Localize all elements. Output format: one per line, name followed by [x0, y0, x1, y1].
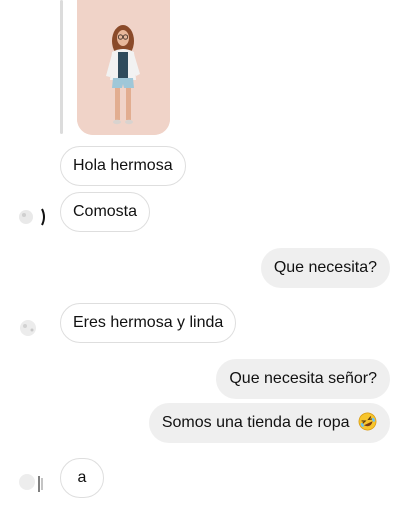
sender-avatar-icon[interactable]	[16, 470, 46, 494]
incoming-message-bubble[interactable]: a	[60, 458, 104, 498]
incoming-message-bubble[interactable]: Hola hermosa	[60, 146, 186, 186]
message-text: Somos una tienda de ropa	[161, 414, 350, 431]
photo-of-woman-icon	[77, 0, 170, 135]
message-text: Hola hermosa	[73, 157, 173, 174]
message-text: Que necesita señor?	[229, 370, 377, 387]
incoming-message-bubble[interactable]: Eres hermosa y linda	[60, 303, 237, 343]
message-text: Eres hermosa y linda	[73, 314, 224, 331]
incoming-message-bubble[interactable]: Comosta	[60, 192, 151, 232]
sender-avatar-icon[interactable]	[16, 316, 46, 340]
outgoing-message-bubble[interactable]: Somos una tienda de ropa	[148, 403, 390, 443]
message-text: a	[77, 469, 87, 486]
chat-thread: Hola hermosa Comosta Que necesita? Eres …	[0, 0, 400, 506]
outgoing-message-bubble[interactable]: Que necesita señor?	[216, 359, 390, 399]
message-text: Comosta	[73, 203, 138, 220]
message-text: Que necesita?	[273, 259, 377, 276]
rolling-on-floor-laughing-emoji-icon	[358, 412, 377, 431]
shared-photo[interactable]	[77, 0, 170, 135]
reply-indicator-line	[60, 0, 63, 134]
outgoing-message-bubble[interactable]: Que necesita?	[260, 248, 390, 288]
sender-avatar-icon[interactable]	[16, 205, 46, 229]
